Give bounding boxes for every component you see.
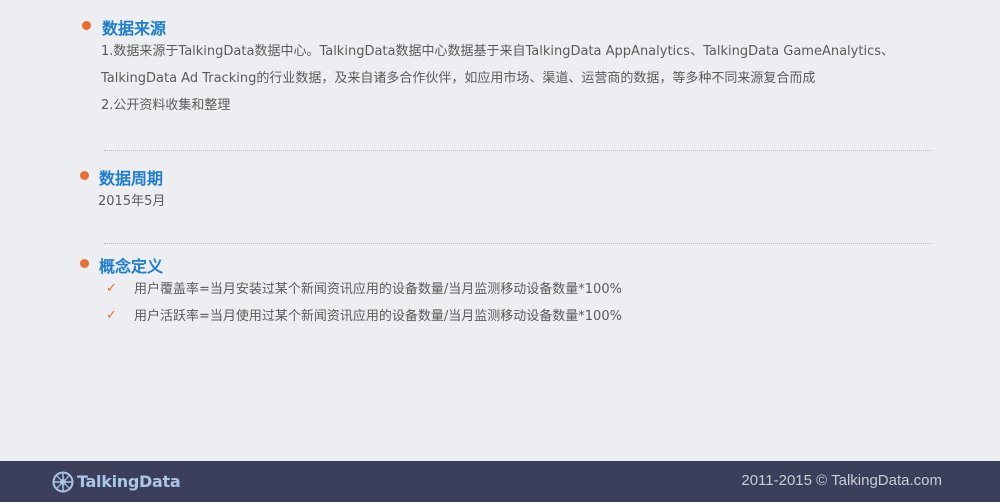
section-title-definitions: 概念定义 bbox=[99, 257, 164, 276]
logo: TalkingData bbox=[52, 469, 181, 494]
section-divider bbox=[104, 150, 932, 151]
section-title-period: 数据周期 bbox=[99, 169, 164, 188]
bullet-dot bbox=[80, 259, 89, 268]
bullet-dot bbox=[80, 171, 89, 180]
talkingdata-logo-icon bbox=[52, 471, 74, 492]
section-title-source: 数据来源 bbox=[102, 19, 167, 38]
source-line-3: 2.公开资料收集和整理 bbox=[101, 98, 231, 113]
definition-item-1: 用户覆盖率=当月安装过某个新闻资讯应用的设备数量/当月监测移动设备数量*100% bbox=[134, 282, 622, 297]
check-icon: ✓ bbox=[106, 308, 117, 323]
check-icon: ✓ bbox=[106, 281, 117, 296]
period-value: 2015年5月 bbox=[98, 194, 166, 209]
source-line-1: 1.数据来源于TalkingData数据中心。TalkingData数据中心数据… bbox=[101, 44, 894, 59]
footer-bar: TalkingData 2011-2015 © TalkingData.com bbox=[0, 461, 1000, 502]
source-line-2: TalkingData Ad Tracking的行业数据，及来自诸多合作伙伴，如… bbox=[101, 71, 816, 86]
logo-text: TalkingData bbox=[77, 472, 181, 491]
section-divider bbox=[104, 243, 932, 244]
page: 数据来源 1.数据来源于TalkingData数据中心。TalkingData数… bbox=[0, 0, 1000, 502]
definition-item-2: 用户活跃率=当月使用过某个新闻资讯应用的设备数量/当月监测移动设备数量*100% bbox=[134, 309, 622, 324]
bullet-dot bbox=[82, 21, 91, 30]
copyright-text: 2011-2015 © TalkingData.com bbox=[741, 472, 942, 489]
